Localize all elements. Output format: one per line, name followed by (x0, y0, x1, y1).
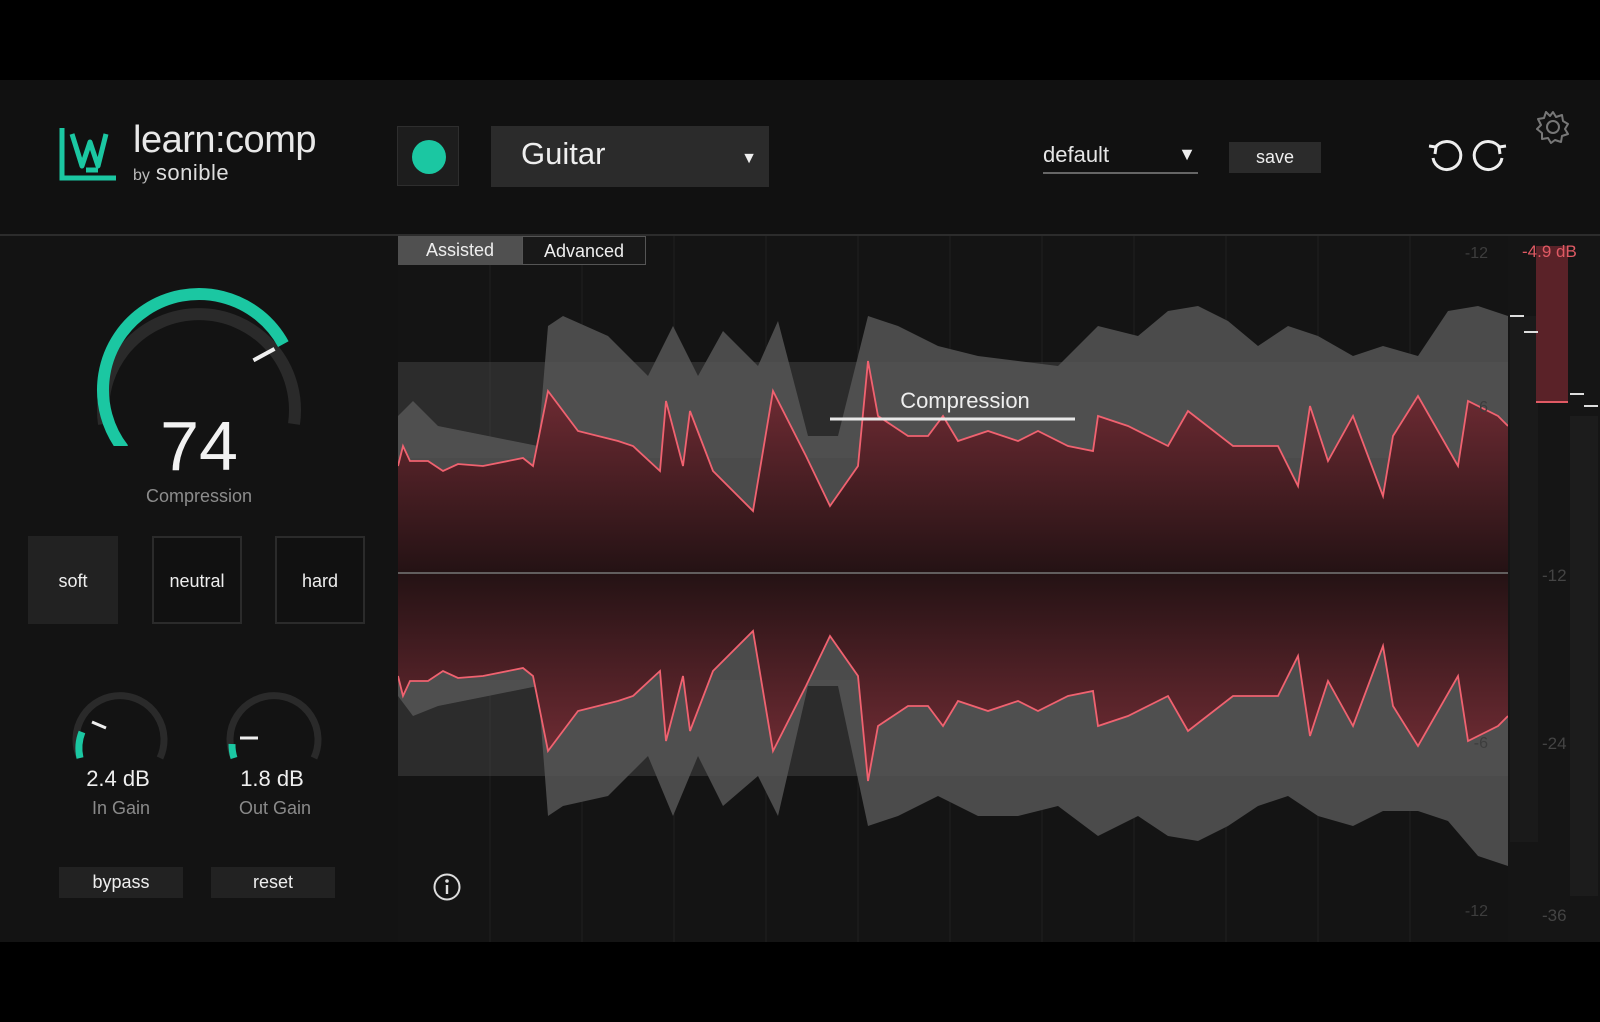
plugin-window: learn:comp by sonible Guitar ▼ default ▼ … (0, 80, 1600, 942)
control-sidebar: 74 Compression soft neutral hard 2.4 dB … (0, 236, 400, 942)
header-bar: learn:comp by sonible Guitar ▼ default ▼ … (0, 80, 1600, 236)
brand-maker: sonible (155, 160, 230, 185)
scale-label: -6 (1474, 735, 1488, 752)
gain-reduction-value: -4.9 dB (1522, 242, 1577, 261)
brand-name: learn:comp (133, 119, 316, 161)
in-gain-knob[interactable] (70, 688, 170, 768)
out-gain-value: 1.8 dB (240, 766, 304, 791)
preset-dropdown[interactable]: default ▼ (1043, 136, 1198, 174)
gear-icon[interactable] (1536, 110, 1570, 144)
scale-label: -12 (1465, 903, 1488, 920)
logo-icon (59, 128, 116, 181)
mode-hard-button[interactable]: hard (275, 536, 365, 624)
brand: learn:comp by sonible (133, 120, 316, 186)
compression-marker-label: Compression (900, 388, 1030, 413)
mode-soft-button[interactable]: soft (28, 536, 118, 624)
out-gain-knob[interactable] (224, 688, 324, 768)
tab-assisted[interactable]: Assisted (398, 236, 522, 265)
info-icon[interactable] (432, 872, 462, 902)
in-gain-label: In Gain (91, 798, 151, 818)
mode-neutral-button[interactable]: neutral (152, 536, 242, 624)
waveform-display: Compression -12 -6 -6 -12 Assisted Advan… (398, 236, 1508, 942)
redo-icon[interactable] (1470, 136, 1508, 174)
preset-label: default (1043, 142, 1110, 167)
undo-icon[interactable] (1427, 136, 1465, 174)
reset-button[interactable]: reset (211, 867, 335, 898)
power-button[interactable] (397, 126, 459, 186)
chevron-down-icon: ▼ (1178, 144, 1196, 164)
scale-label: -6 (1474, 399, 1488, 416)
chevron-down-icon: ▼ (741, 150, 757, 167)
meter-scale-label: -36 (1542, 906, 1567, 925)
profile-label: Guitar (521, 136, 606, 171)
tab-advanced[interactable]: Advanced (522, 236, 646, 265)
waveform-canvas: Compression -12 -6 -6 -12 (398, 236, 1508, 942)
compression-value: 74 (160, 407, 238, 485)
bypass-button[interactable]: bypass (59, 867, 183, 898)
compression-label: Compression (145, 486, 253, 506)
meter-scale-label: -12 (1542, 566, 1567, 585)
out-gain-label: Out Gain (238, 798, 312, 818)
power-icon (412, 140, 446, 174)
gain-reduction-meter: -4.9 dB -12 -24 -36 (1508, 236, 1600, 942)
profile-dropdown[interactable]: Guitar ▼ (491, 126, 769, 187)
scale-label: -12 (1465, 245, 1488, 262)
save-button[interactable]: save (1229, 142, 1321, 173)
in-gain-value: 2.4 dB (86, 766, 150, 791)
brand-by: by (133, 167, 150, 184)
meter-scale-label: -24 (1542, 734, 1567, 753)
